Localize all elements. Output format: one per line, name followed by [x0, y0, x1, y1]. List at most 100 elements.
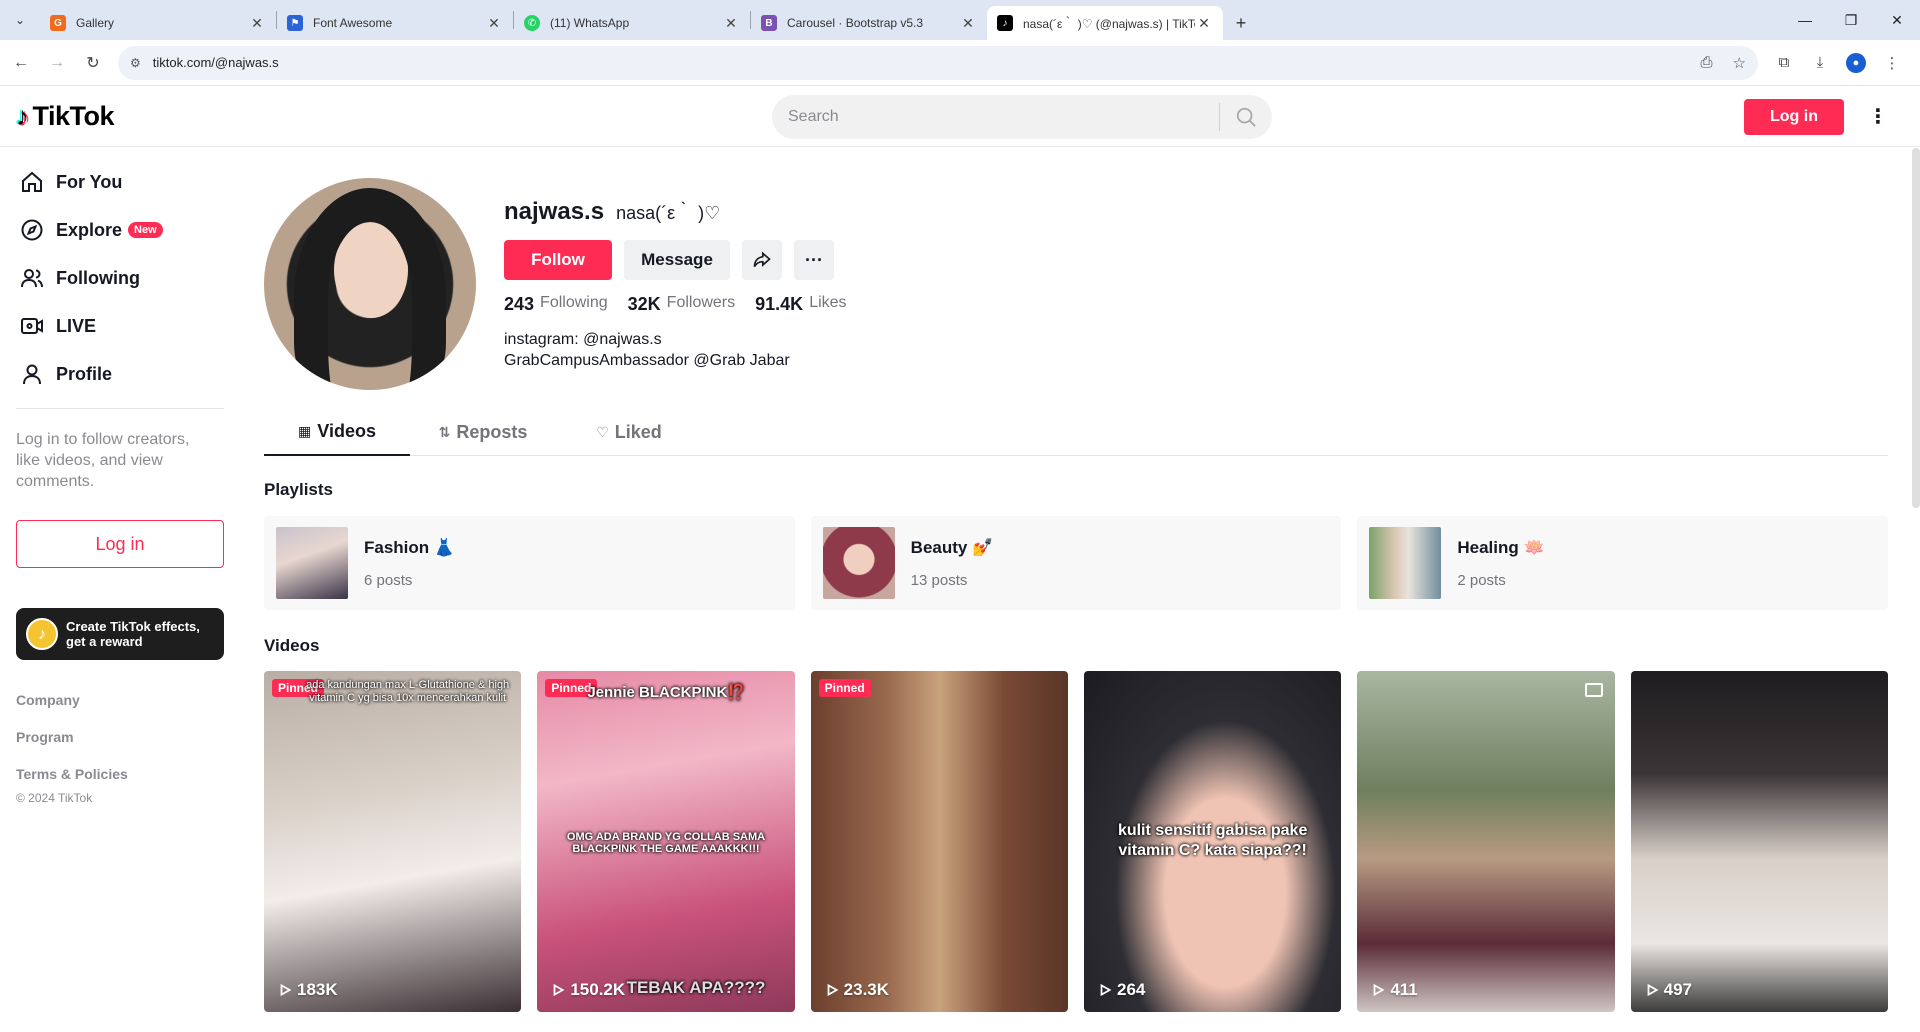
play-icon — [553, 983, 565, 997]
live-icon — [21, 318, 43, 334]
browser-tab-font-awesome[interactable]: ⚑ Font Awesome ✕ — [277, 6, 513, 40]
browser-tab-whatsapp[interactable]: ✆ (11) WhatsApp ✕ — [514, 6, 750, 40]
view-count: 264 — [1098, 980, 1145, 1000]
sidebar-login-button[interactable]: Log in — [16, 520, 224, 568]
video-caption: ada kandungan max L-Glutathione & high v… — [306, 679, 510, 704]
playlist-name: Healing 🪷 — [1457, 537, 1545, 557]
sidebar-item-following[interactable]: Following — [0, 254, 240, 302]
message-button[interactable]: Message — [624, 240, 730, 280]
video-caption: Jennie BLACKPINK⁉️ — [587, 684, 747, 701]
follow-button[interactable]: Follow — [504, 240, 612, 280]
share-button[interactable] — [742, 240, 782, 280]
avatar-hijab — [294, 188, 446, 390]
playlists-heading: Playlists — [264, 480, 333, 499]
video-card[interactable]: Pinned Jennie BLACKPINK⁉️ OMG ADA BRAND … — [537, 671, 795, 1012]
bootstrap-favicon-icon: B — [761, 15, 777, 31]
browser-menu-icon[interactable]: ⋮ — [1874, 54, 1910, 72]
browser-tab-bootstrap[interactable]: B Carousel · Bootstrap v5.3 ✕ — [751, 6, 987, 40]
profile-tabs: ▦ Videos ⇅ Reposts ♡ Liked — [264, 408, 1888, 456]
video-card[interactable]: 411 — [1357, 671, 1615, 1012]
forward-icon[interactable]: → — [42, 48, 72, 78]
extensions-icon[interactable]: ⧉ — [1766, 54, 1802, 71]
footer-link-company[interactable]: Company — [16, 692, 224, 729]
sidebar-item-label: Profile — [56, 363, 113, 384]
playlist-thumbnail — [822, 527, 895, 599]
share-icon — [753, 251, 771, 268]
sidebar-item-live[interactable]: LIVE — [0, 302, 240, 350]
footer-link-program[interactable]: Program — [16, 729, 224, 766]
tab-videos[interactable]: ▦ Videos — [264, 408, 410, 456]
omnibox[interactable]: ⚙ tiktok.com/@najwas.s ⎙ ☆ — [118, 45, 1758, 80]
restore-icon[interactable]: ❐ — [1828, 0, 1874, 40]
search-icon[interactable] — [1220, 95, 1272, 139]
playlist-card-beauty[interactable]: Beauty 💅 13 posts — [810, 516, 1342, 610]
tab-close-icon[interactable]: ✕ — [722, 15, 740, 32]
more-button[interactable]: ··· — [794, 240, 834, 280]
tab-label: Liked — [614, 421, 662, 442]
tiktok-favicon-icon: ♪ — [997, 15, 1013, 31]
whatsapp-favicon-icon: ✆ — [524, 15, 540, 31]
font-awesome-favicon-icon: ⚑ — [287, 15, 303, 31]
playlist-thumbnail — [1369, 527, 1442, 599]
tab-title: nasa(´ε｀ )♡ (@najwas.s) | TikTok — [1023, 16, 1195, 31]
tab-title: Font Awesome — [313, 16, 393, 30]
window-controls: — ❐ ✕ — [1782, 0, 1920, 40]
grid-icon: ▦ — [298, 422, 312, 439]
back-icon[interactable]: ← — [6, 48, 36, 78]
tiktok-header: ♪ TikTok Log in ⋮ — [0, 87, 1920, 147]
profile-avatar-icon[interactable]: ● — [1838, 52, 1874, 73]
login-prompt-text: Log in to follow creators, like videos, … — [16, 431, 190, 490]
video-card[interactable]: Pinned 23.3K — [810, 671, 1068, 1012]
playlist-post-count: 13 posts — [910, 571, 968, 589]
sidebar-item-explore[interactable]: Explore New — [0, 206, 240, 254]
tab-search-button[interactable]: ⌄ — [0, 0, 40, 40]
bookmark-star-icon[interactable]: ☆ — [1733, 54, 1746, 72]
repost-icon: ⇅ — [438, 423, 451, 440]
tab-close-icon[interactable]: ✕ — [959, 15, 977, 32]
browser-tab-gallery[interactable]: G Gallery ✕ — [40, 6, 276, 40]
new-tab-button[interactable]: + — [1223, 6, 1259, 40]
play-icon — [280, 983, 292, 997]
header-login-button[interactable]: Log in — [1744, 99, 1844, 135]
tiktok-logo[interactable]: ♪ TikTok — [16, 101, 115, 132]
following-label: Following — [540, 294, 608, 311]
browser-tab-bar: ⌄ G Gallery ✕ ⚑ Font Awesome ✕ ✆ (11) Wh… — [0, 0, 1920, 40]
followers-count[interactable]: 32K — [628, 294, 661, 315]
sidebar-item-label: Explore — [56, 219, 123, 240]
tab-reposts[interactable]: ⇅ Reposts — [410, 408, 556, 456]
site-info-icon[interactable]: ⚙ — [130, 56, 141, 70]
logo-text: TikTok — [32, 101, 115, 131]
more-options-icon[interactable]: ⋮ — [1868, 105, 1888, 129]
playlist-thumbnail — [276, 527, 348, 599]
reload-icon[interactable]: ↻ — [78, 48, 108, 78]
profile-avatar — [264, 178, 476, 390]
install-app-icon[interactable]: ⎙ — [1701, 54, 1713, 71]
playlist-card-fashion[interactable]: Fashion 👗 6 posts — [264, 516, 795, 610]
sidebar-item-profile[interactable]: Profile — [0, 350, 240, 398]
bio-line: GrabCampusAmbassador @Grab Jabar — [504, 352, 790, 369]
sidebar-item-for-you[interactable]: For You — [0, 158, 240, 206]
playlist-post-count: 6 posts — [364, 571, 413, 589]
video-card[interactable]: 497 — [1630, 671, 1888, 1012]
download-icon[interactable]: ⤓ — [1802, 54, 1838, 71]
url-text[interactable]: tiktok.com/@najwas.s — [153, 55, 1681, 70]
profile-info: najwas.s nasa(´ε｀ )♡ Follow Message ··· … — [504, 198, 867, 371]
playlist-name: Beauty 💅 — [910, 537, 994, 557]
minimize-icon[interactable]: — — [1782, 0, 1828, 40]
close-window-icon[interactable]: ✕ — [1874, 0, 1920, 40]
search-input[interactable] — [772, 95, 1219, 139]
profile-username: najwas.s — [504, 198, 605, 225]
video-card[interactable]: Pinned ada kandungan max L-Glutathione &… — [264, 671, 522, 1012]
profile-main: najwas.s nasa(´ε｀ )♡ Follow Message ··· … — [264, 148, 1889, 1032]
page-scrollbar[interactable] — [1912, 148, 1920, 508]
following-count[interactable]: 243 — [504, 294, 534, 315]
tab-close-icon[interactable]: ✕ — [1195, 15, 1213, 32]
playlist-card-healing[interactable]: Healing 🪷 2 posts — [1357, 516, 1889, 610]
playlist-name: Fashion 👗 — [364, 537, 456, 557]
tab-liked[interactable]: ♡ Liked — [556, 408, 702, 456]
tab-close-icon[interactable]: ✕ — [485, 15, 503, 32]
browser-tab-tiktok[interactable]: ♪ nasa(´ε｀ )♡ (@najwas.s) | TikTok ✕ — [987, 6, 1223, 40]
tab-close-icon[interactable]: ✕ — [248, 15, 266, 32]
create-effects-banner[interactable]: ♪ Create TikTok effects, get a reward — [16, 608, 224, 660]
video-card[interactable]: kulit sensitif gabisa pake vitamin C? ka… — [1083, 671, 1342, 1012]
